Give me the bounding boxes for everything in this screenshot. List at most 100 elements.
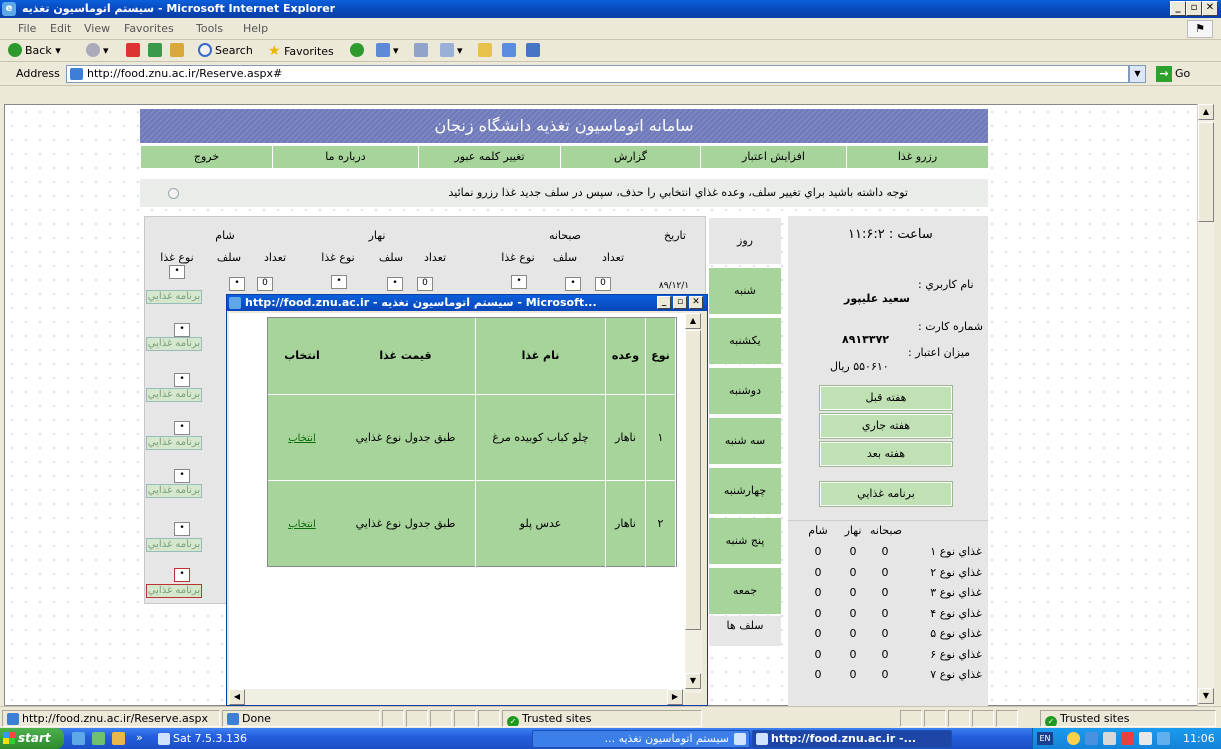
nav-reserve-food[interactable]: رزرو غذا (846, 146, 988, 168)
search-button[interactable]: Search (198, 43, 253, 60)
nav-logout[interactable]: خروج (140, 146, 272, 168)
address-input[interactable]: http://food.znu.ac.ir/Reserve.aspx# (66, 65, 1129, 83)
dinner-type-box-3[interactable]: • (174, 373, 190, 387)
go-button[interactable]: → Go (1156, 65, 1190, 83)
program-button-7[interactable]: برنامه غذايي (146, 584, 202, 598)
address-dropdown-button[interactable]: ▼ (1129, 65, 1146, 83)
task-popup-ie[interactable]: http://food.znu.ac.ir -... (752, 730, 952, 748)
back-button[interactable]: Back ▾ (8, 43, 61, 60)
stop-button[interactable] (126, 43, 143, 60)
menu-edit[interactable]: Edit (50, 22, 71, 35)
meal-summary-value: 0 (814, 606, 822, 620)
user-label: نام كاربري : (918, 278, 974, 291)
edit-button[interactable]: ▾ (440, 43, 463, 60)
task-main-ie[interactable]: سیستم اتوماسیون تغذیه ... (532, 730, 750, 748)
tray-icon[interactable] (1103, 732, 1116, 745)
popup-status-done: Done (222, 710, 380, 727)
popup-scroll-thumb[interactable] (685, 330, 701, 630)
popup-minimize-button[interactable]: _ (657, 296, 671, 309)
food-name: عدس پلو (476, 481, 606, 567)
refresh-button[interactable] (148, 43, 165, 60)
nav-report[interactable]: گزارش (560, 146, 700, 168)
messenger-button[interactable] (502, 43, 519, 60)
quicklaunch-icon[interactable] (72, 732, 85, 745)
popup-maximize-button[interactable]: ▫ (673, 296, 687, 309)
close-button[interactable]: ✕ (1202, 1, 1218, 16)
minimize-button[interactable]: _ (1170, 1, 1186, 16)
menu-tools[interactable]: Tools (196, 22, 223, 35)
research-button[interactable] (526, 43, 543, 60)
this-week-button[interactable]: هفته جاري (819, 413, 953, 439)
popup-scroll-left-button[interactable]: ◀ (229, 689, 245, 705)
popup-scroll-right-button[interactable]: ▶ (667, 689, 683, 705)
toolbar: Back ▾ ▾ Search ★ Favorites ▾ ▾ (0, 40, 1221, 62)
next-week-button[interactable]: هفته بعد (819, 441, 953, 467)
print-button[interactable] (414, 43, 431, 60)
tray-icon[interactable] (1139, 732, 1152, 745)
language-indicator[interactable]: EN (1037, 732, 1053, 745)
start-button[interactable]: start (0, 728, 64, 749)
menu-file[interactable]: File (18, 22, 36, 35)
scroll-up-button[interactable]: ▲ (1198, 104, 1214, 120)
select-link[interactable]: انتخاب (288, 433, 316, 444)
breakfast-type-box[interactable]: • (511, 275, 527, 289)
prev-week-button[interactable]: هفته قبل (819, 385, 953, 411)
popup-title-bar[interactable]: http://food.znu.ac.ir - سیستم اتوماسیون … (227, 295, 707, 311)
select-link[interactable]: انتخاب (288, 519, 316, 530)
popup-scroll-down-button[interactable]: ▼ (685, 673, 701, 689)
scroll-thumb[interactable] (1198, 122, 1214, 222)
program-button-4[interactable]: برنامه غذايي (146, 436, 202, 450)
tray-icon[interactable] (1157, 732, 1170, 745)
task-sat-app[interactable]: Sat 7.5.3.136 (154, 730, 294, 748)
dinner-type-box-7[interactable]: • (174, 568, 190, 582)
window-title-bar[interactable]: e سیستم اتوماسیون تغذیه - Microsoft Inte… (0, 0, 1221, 18)
tray-icon[interactable] (1121, 732, 1134, 745)
food-meal: ناهار (606, 481, 646, 567)
lunch-type-box[interactable]: • (331, 275, 347, 289)
mail-button[interactable]: ▾ (376, 43, 399, 60)
program-button-6[interactable]: برنامه غذايي (146, 538, 202, 552)
tray-icon[interactable] (1085, 732, 1098, 745)
menu-favorites[interactable]: Favorites (124, 22, 174, 35)
folder-button[interactable] (478, 43, 495, 60)
menu-view[interactable]: View (84, 22, 110, 35)
program-button-1[interactable]: برنامه غذايي (146, 290, 202, 304)
program-button-2[interactable]: برنامه غذايي (146, 337, 202, 351)
quicklaunch-icon[interactable] (112, 732, 125, 745)
popup-close-button[interactable]: ✕ (689, 296, 703, 309)
nav-about[interactable]: درباره ما (272, 146, 418, 168)
nav-change-password[interactable]: تغيير كلمه عبور (418, 146, 560, 168)
popup-horizontal-scrollbar[interactable]: ◀ ▶ (229, 689, 685, 705)
lunch-count-input[interactable]: 0 (417, 277, 433, 291)
dinner-count-input[interactable]: 0 (257, 277, 273, 291)
dinner-type-box-5[interactable]: • (174, 469, 190, 483)
dinner-type-box-4[interactable]: • (174, 421, 190, 435)
forward-button[interactable]: ▾ (86, 43, 109, 60)
card-number: ۸۹۱۳۳۷۲ (842, 333, 889, 346)
quicklaunch-icon[interactable] (92, 732, 105, 745)
status-url: http://food.znu.ac.ir/Reserve.aspx (2, 710, 220, 727)
tray-icon[interactable] (1067, 732, 1080, 745)
dinner-type-box[interactable]: • (169, 265, 185, 279)
quicklaunch-more-icon[interactable]: » (136, 731, 143, 744)
nav-increase-credit[interactable]: افزايش اعتبار (700, 146, 846, 168)
home-button[interactable] (170, 43, 187, 60)
favorites-button[interactable]: ★ Favorites (268, 43, 334, 60)
popup-scroll-up-button[interactable]: ▲ (685, 313, 701, 329)
dinner-type-box-2[interactable]: • (174, 323, 190, 337)
lunch-self-box[interactable]: • (387, 277, 403, 291)
food-program-button[interactable]: برنامه غذايي (819, 481, 953, 507)
program-button-5[interactable]: برنامه غذايي (146, 484, 202, 498)
page-vertical-scrollbar[interactable]: ▲ ▼ (1197, 104, 1214, 706)
popup-vertical-scrollbar[interactable]: ▲ ▼ (685, 313, 702, 693)
meal-summary-value: 0 (849, 668, 857, 681)
program-button-3[interactable]: برنامه غذايي (146, 388, 202, 402)
scroll-down-button[interactable]: ▼ (1198, 688, 1214, 704)
maximize-button[interactable]: ▫ (1186, 1, 1202, 16)
history-button[interactable] (350, 43, 367, 60)
dinner-type-box-6[interactable]: • (174, 522, 190, 536)
menu-help[interactable]: Help (243, 22, 268, 35)
breakfast-count-input[interactable]: 0 (595, 277, 611, 291)
dinner-self-box[interactable]: • (229, 277, 245, 291)
breakfast-self-box[interactable]: • (565, 277, 581, 291)
